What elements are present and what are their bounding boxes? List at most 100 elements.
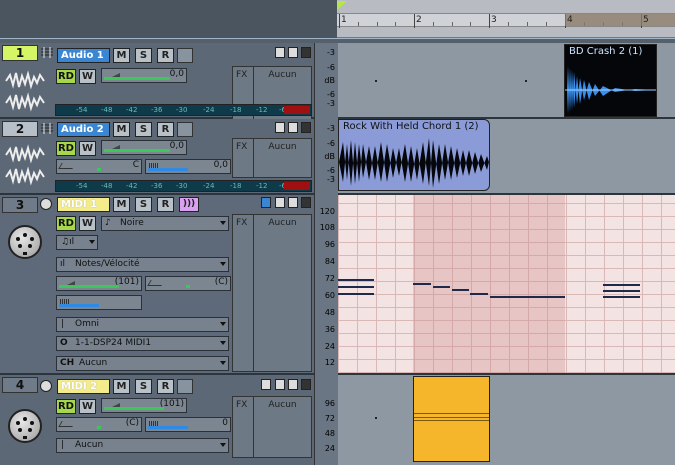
fx-label: FX <box>236 70 248 80</box>
channel-select[interactable]: | Aucun <box>56 438 229 453</box>
track-1-header[interactable]: 1 Audio 1 M S R RD W 0,0 FX Aucun -54 -48… <box>0 43 314 142</box>
track-2-header[interactable]: 2 Audio 2 M S R RD W 0,0 C 0,0 FX Aucun … <box>0 119 314 195</box>
list-view-icon[interactable] <box>288 122 298 133</box>
piano-view-icon[interactable] <box>288 379 298 390</box>
fx-bin[interactable]: FX Aucun <box>232 396 312 458</box>
track-4-header[interactable]: 4 MIDI 2 M S R RD W (101) (C) 0 | Aucun … <box>0 375 314 465</box>
volume-fader[interactable]: 0,0 <box>101 140 187 155</box>
read-automation-button[interactable]: RD <box>56 399 76 414</box>
strip-view-icon[interactable] <box>261 197 271 208</box>
list-view-icon[interactable] <box>275 197 285 208</box>
output-value: 1-1-DSP24 MIDI1 <box>75 338 152 348</box>
ruler-mark-1: 1 <box>341 15 347 25</box>
read-automation-button[interactable]: RD <box>56 69 76 84</box>
solo-button[interactable]: S <box>135 197 152 212</box>
record-arm-button[interactable]: R <box>157 197 174 212</box>
track-3-piano-roll[interactable] <box>338 195 675 375</box>
solo-button[interactable]: S <box>135 48 152 63</box>
controller-select[interactable]: ıl Notes/Vélocité <box>56 257 229 272</box>
fx-bin[interactable]: FX Aucun <box>232 138 312 178</box>
fx-slot[interactable]: Aucun <box>253 139 311 177</box>
mute-button[interactable]: M <box>113 122 130 137</box>
fx-slot[interactable]: Aucun <box>253 397 311 457</box>
clip-title: Rock With Held Chord 1 (2) <box>343 121 479 132</box>
trim-value: 0 <box>222 418 228 428</box>
track-number[interactable]: 3 <box>2 197 38 213</box>
read-automation-button[interactable]: RD <box>56 141 76 156</box>
track-name[interactable]: Audio 2 <box>57 122 110 137</box>
midi-clip[interactable] <box>413 376 490 462</box>
write-automation-button[interactable]: W <box>79 216 96 231</box>
now-marker[interactable] <box>337 1 347 10</box>
input-monitor-icon[interactable] <box>177 122 193 137</box>
channel-icon: | <box>61 319 65 329</box>
fx-label: FX <box>236 218 248 228</box>
input-monitor-icon[interactable] <box>177 48 193 63</box>
write-automation-button[interactable]: W <box>79 69 96 84</box>
track-name[interactable]: Audio 1 <box>57 48 110 63</box>
expand-icon[interactable] <box>301 197 311 208</box>
volume-value: (101) <box>159 399 184 409</box>
trim-fader[interactable]: 0,0 <box>145 159 231 174</box>
fx-bin[interactable]: FX Aucun <box>232 214 312 372</box>
pan-fader[interactable]: C <box>56 159 142 174</box>
audio-clip-crash[interactable]: BD Crash 2 (1) <box>564 44 657 117</box>
track-2-lane[interactable]: Rock With Held Chord 1 (2) <box>338 119 675 195</box>
trim-fader[interactable]: 0 <box>145 417 231 432</box>
ruler-mark-2: 2 <box>416 15 422 25</box>
solo-button[interactable]: S <box>135 379 152 394</box>
controller-value: Notes/Vélocité <box>75 259 140 269</box>
mute-button[interactable]: M <box>113 197 130 212</box>
audio-clip-rock[interactable]: Rock With Held Chord 1 (2) <box>338 119 490 191</box>
piano-view-icon[interactable] <box>288 197 298 208</box>
record-arm-button[interactable]: R <box>157 379 174 394</box>
volume-fader[interactable]: 0,0 <box>101 68 187 83</box>
track-1-lane[interactable]: BD Crash 2 (1) <box>338 43 675 119</box>
trim-fader[interactable] <box>56 295 142 310</box>
channel-select[interactable]: | Omni <box>56 317 229 332</box>
solo-button[interactable]: S <box>135 122 152 137</box>
midi-track-icon <box>40 380 52 392</box>
output-select[interactable]: O 1-1-DSP24 MIDI1 <box>56 336 229 351</box>
output-icon: O <box>60 338 68 348</box>
loop-region[interactable] <box>565 14 675 26</box>
list-view-icon[interactable] <box>288 47 298 58</box>
fx-slot[interactable]: Aucun <box>253 215 311 371</box>
patch-select[interactable]: ♪ Noire <box>101 216 229 231</box>
mute-button[interactable]: M <box>113 48 130 63</box>
record-arm-button[interactable]: R <box>157 48 174 63</box>
write-automation-button[interactable]: W <box>79 141 96 156</box>
strip-view-icon[interactable] <box>275 122 285 133</box>
read-automation-button[interactable]: RD <box>56 216 76 231</box>
midi-echo-button[interactable] <box>177 379 193 394</box>
volume-fader[interactable]: (101) <box>101 398 187 413</box>
record-arm-button[interactable]: R <box>157 122 174 137</box>
strip-view-icon[interactable] <box>261 379 271 390</box>
expand-icon[interactable] <box>301 122 311 133</box>
mute-button[interactable]: M <box>113 379 130 394</box>
track-3-header[interactable]: 3 MIDI 1 M S R ))) RD W ♪ Noire ♫ıl ıl N… <box>0 195 314 375</box>
expand-icon[interactable] <box>301 47 311 58</box>
track-1-scale: -3 -6 dB -6 -3 <box>314 43 338 119</box>
track-name[interactable]: MIDI 2 <box>57 379 110 394</box>
track-number[interactable]: 4 <box>2 377 38 393</box>
track-number[interactable]: 1 <box>2 45 38 61</box>
ruler-mark-3: 3 <box>491 15 497 25</box>
midi-echo-button[interactable]: ))) <box>179 197 199 212</box>
input-select[interactable]: CH Aucun <box>56 356 229 371</box>
bank-select[interactable]: ♫ıl <box>56 235 98 250</box>
pan-fader[interactable]: (C) <box>56 417 142 432</box>
channel-icon: | <box>61 440 65 450</box>
list-view-icon[interactable] <box>275 379 285 390</box>
write-automation-button[interactable]: W <box>79 399 96 414</box>
expand-icon[interactable] <box>301 379 311 390</box>
track-4-lane[interactable] <box>338 375 675 465</box>
patch-value: Noire <box>120 218 144 228</box>
strip-view-icon[interactable] <box>275 47 285 58</box>
track-number[interactable]: 2 <box>2 121 38 137</box>
track-name[interactable]: MIDI 1 <box>57 197 110 212</box>
pan-fader[interactable]: (C) <box>145 276 231 291</box>
volume-fader[interactable]: (101) <box>56 276 142 291</box>
midi-clip-region[interactable] <box>413 195 565 373</box>
track-header-area <box>0 0 337 38</box>
